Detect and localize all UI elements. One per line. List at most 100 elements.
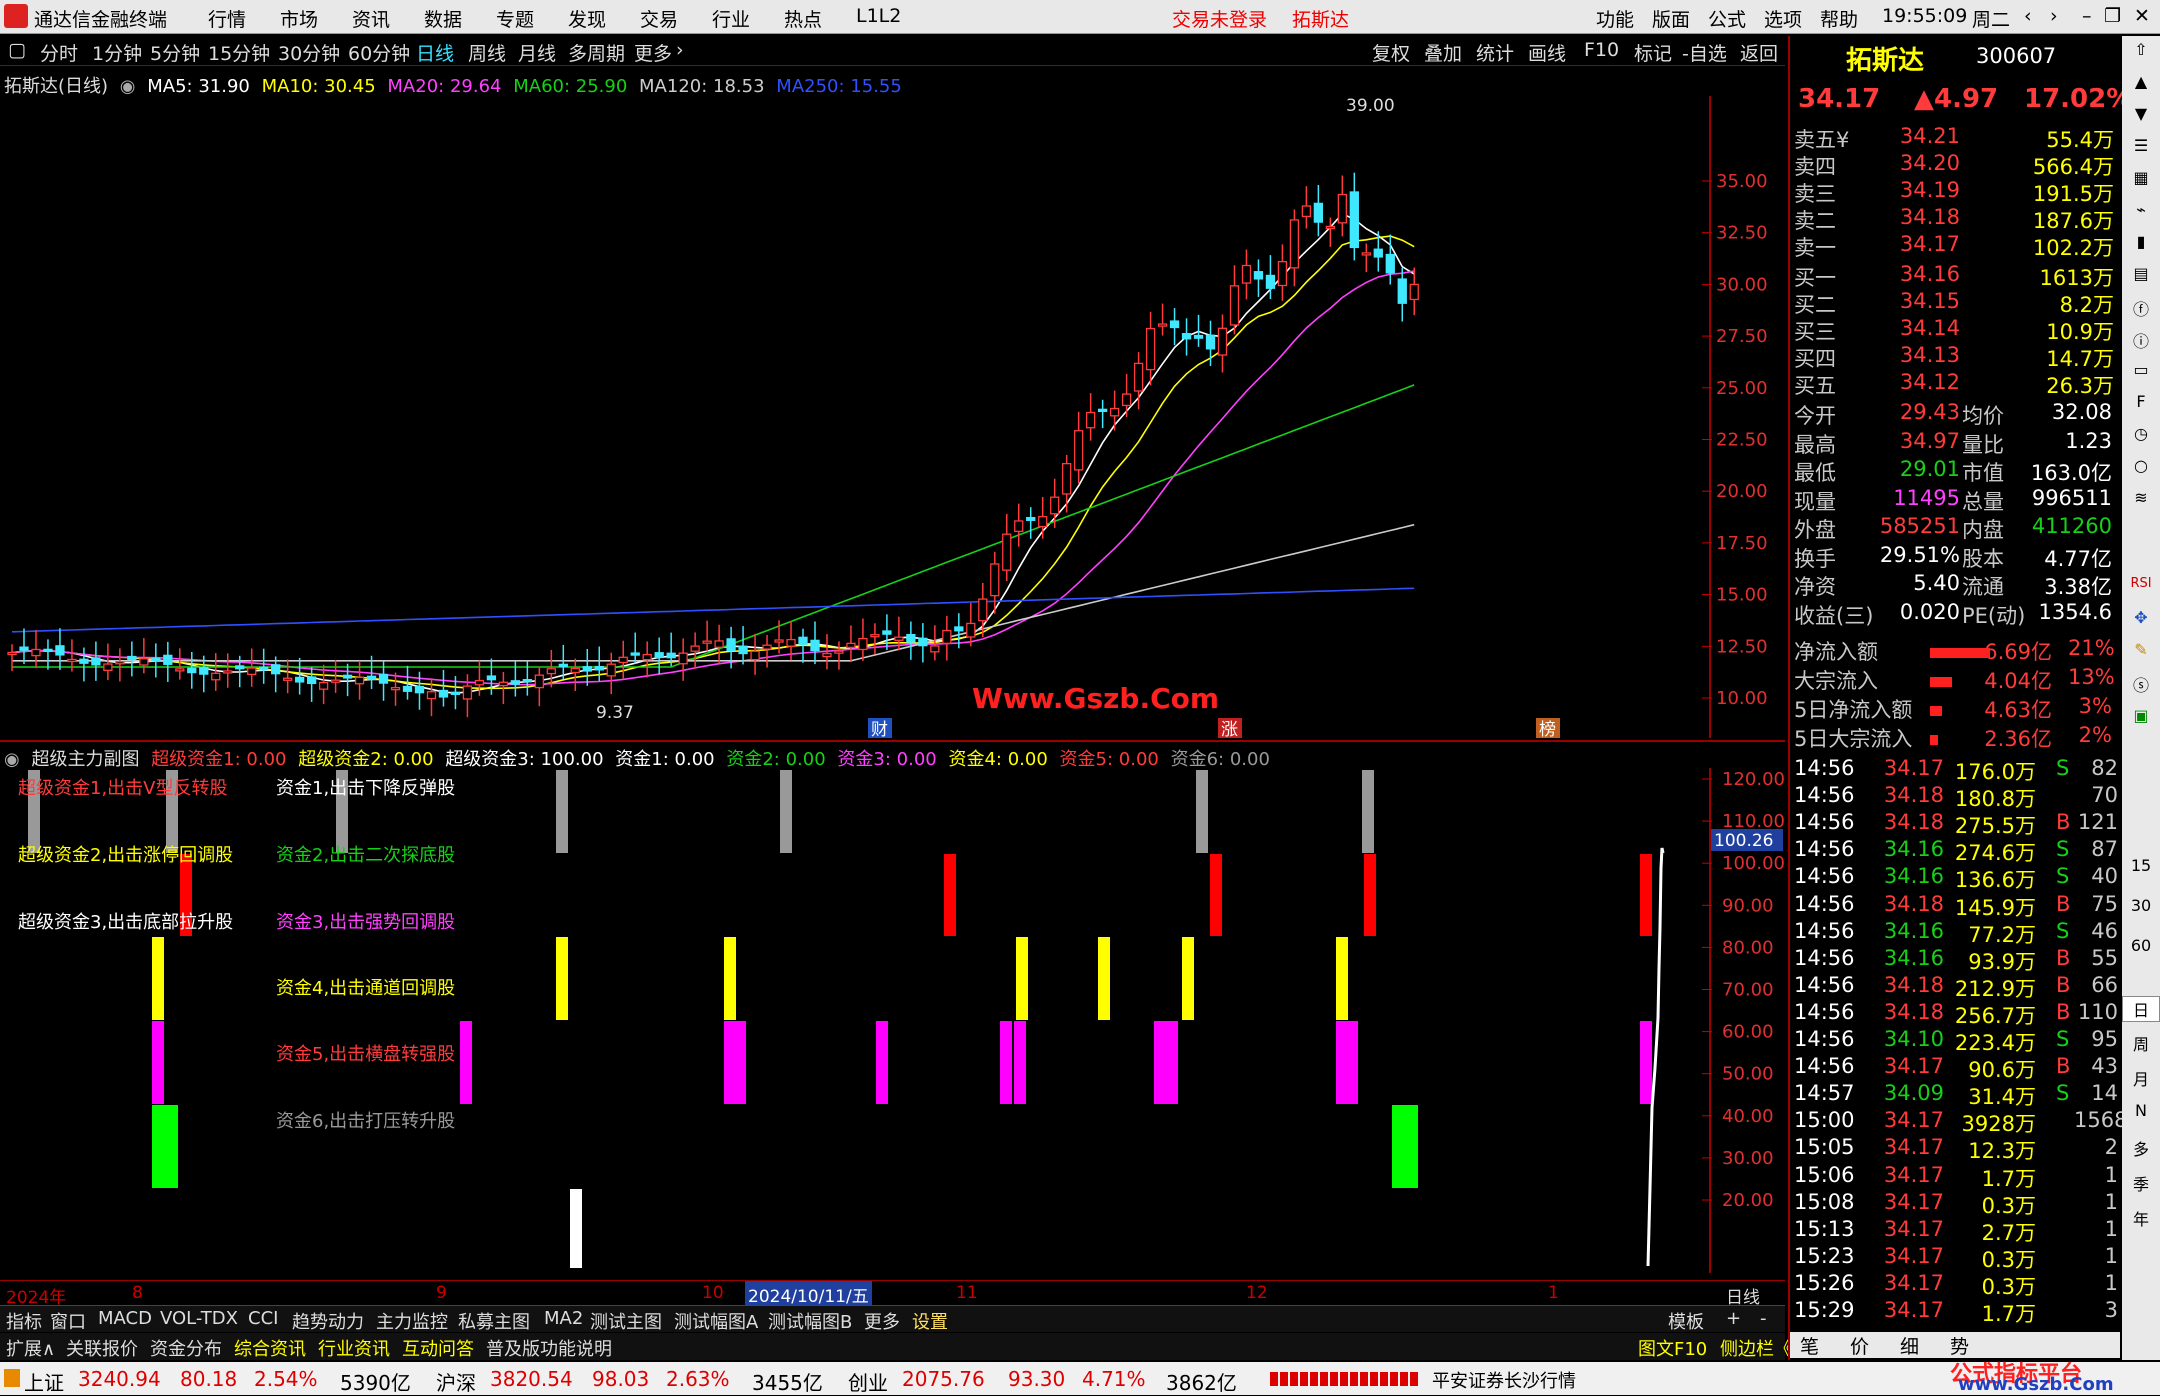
- btn-return[interactable]: 返回: [1740, 39, 1778, 66]
- menu-l1l2[interactable]: L1L2: [856, 5, 901, 27]
- close-icon[interactable]: ✕: [2134, 5, 2150, 27]
- tab-monitor[interactable]: 主力监控: [376, 1308, 448, 1334]
- menu-quote[interactable]: 行情: [208, 5, 246, 32]
- settings-icon[interactable]: ◉: [4, 749, 20, 770]
- restore-icon[interactable]: ❐: [2104, 5, 2121, 27]
- tab-settings[interactable]: 设置: [912, 1308, 948, 1334]
- menu-industry[interactable]: 行业: [712, 5, 750, 32]
- menu-layout[interactable]: 版面: [1652, 5, 1690, 32]
- marker-limit-up[interactable]: 涨: [1221, 720, 1238, 738]
- menu-data[interactable]: 数据: [424, 5, 462, 32]
- tab-industry-news[interactable]: 行业资讯: [318, 1335, 390, 1361]
- strip-grid-icon[interactable]: ▦: [2122, 168, 2160, 187]
- strip-n[interactable]: N: [2122, 1101, 2160, 1120]
- strip-chart-icon[interactable]: ≋: [2122, 488, 2160, 507]
- period-5min[interactable]: 5分钟: [150, 39, 200, 66]
- menu-topic[interactable]: 专题: [496, 5, 534, 32]
- strip-2[interactable]: 30: [2122, 896, 2160, 915]
- menu-trade[interactable]: 交易: [640, 5, 678, 32]
- strip-pen-icon[interactable]: ✎: [2122, 640, 2160, 659]
- period-tick[interactable]: 分时: [40, 39, 78, 66]
- strip-table-icon[interactable]: ▤: [2122, 264, 2160, 283]
- period-week[interactable]: 周线: [468, 39, 506, 66]
- period-1min[interactable]: 1分钟: [92, 39, 142, 66]
- strip-year[interactable]: 年: [2122, 1206, 2160, 1230]
- tab-test-main[interactable]: 测试主图: [590, 1308, 662, 1334]
- strip-1[interactable]: 15: [2122, 856, 2160, 875]
- back-icon[interactable]: ‹: [2024, 5, 2032, 27]
- strip-multi[interactable]: 多: [2122, 1136, 2160, 1160]
- marker-ranking[interactable]: 榜: [1539, 720, 1556, 738]
- period-multi[interactable]: 多周期: [568, 39, 625, 66]
- sh-icon[interactable]: [4, 1369, 20, 1387]
- tab-cci[interactable]: CCI: [248, 1308, 278, 1329]
- strip-3[interactable]: 60: [2122, 936, 2160, 955]
- strip-circle-icon[interactable]: ○: [2122, 456, 2160, 475]
- menu-function[interactable]: 功能: [1596, 5, 1634, 32]
- chevron-right-icon[interactable]: ›: [676, 39, 684, 61]
- strip-info-icon[interactable]: ⓘ: [2122, 328, 2160, 352]
- tab-sidebar[interactable]: 侧边栏《: [1720, 1335, 1792, 1361]
- strip-quarter[interactable]: 季: [2122, 1171, 2160, 1195]
- tab-news[interactable]: 综合资讯: [234, 1335, 306, 1361]
- menu-news[interactable]: 资讯: [352, 5, 390, 32]
- period-day[interactable]: 日线: [416, 39, 454, 66]
- strip-month[interactable]: 月: [2122, 1066, 2160, 1090]
- strip-doc-icon[interactable]: ▭: [2122, 360, 2160, 379]
- collapse-icon[interactable]: ▢: [8, 39, 26, 61]
- btn-draw[interactable]: 画线: [1528, 39, 1566, 66]
- hs-label[interactable]: 沪深: [436, 1367, 476, 1396]
- menu-help[interactable]: 帮助: [1820, 5, 1858, 32]
- strip-line-icon[interactable]: ⌁: [2122, 200, 2160, 219]
- indicator-chart[interactable]: 120.00 110.00 100.00 90.00 80.00 70.00 60.00 50…: [0, 768, 1785, 1273]
- menu-hot[interactable]: 热点: [784, 5, 822, 32]
- btn-mark[interactable]: 标记: [1634, 39, 1672, 66]
- strip-fs-icon[interactable]: ⓢ: [2122, 672, 2160, 696]
- tab-ma2[interactable]: MA2: [544, 1308, 583, 1329]
- tab-window[interactable]: 窗口: [50, 1308, 86, 1334]
- tab-price[interactable]: 价: [1850, 1332, 1869, 1359]
- btn-f10[interactable]: F10: [1584, 39, 1619, 61]
- tab-test-b[interactable]: 测试幅图B: [768, 1308, 852, 1334]
- strip-excel-icon[interactable]: ▣: [2122, 706, 2160, 725]
- login-alert[interactable]: 交易未登录: [1172, 5, 1267, 32]
- tab-f10[interactable]: 图文F10: [1638, 1335, 1707, 1361]
- strip-rsi-icon[interactable]: RSI: [2122, 576, 2160, 591]
- minimize-icon[interactable]: –: [2082, 5, 2092, 27]
- remove-icon[interactable]: -: [1760, 1308, 1767, 1329]
- strip-clock-icon[interactable]: ◷: [2122, 424, 2160, 443]
- period-30min[interactable]: 30分钟: [278, 39, 340, 66]
- tab-indicator[interactable]: 指标: [6, 1308, 42, 1334]
- add-icon[interactable]: +: [1726, 1308, 1741, 1329]
- tab-macd[interactable]: MACD: [98, 1308, 152, 1329]
- menu-market[interactable]: 市场: [280, 5, 318, 32]
- strip-bar-icon[interactable]: ▮: [2122, 232, 2160, 251]
- strip-day[interactable]: 日: [2122, 996, 2160, 1022]
- strip-down-icon[interactable]: ▼: [2122, 104, 2160, 123]
- forward-icon[interactable]: ›: [2050, 5, 2058, 27]
- candlestick-chart[interactable]: 35.00 32.50 30.00 27.50 25.00 22.50 20.00 17.50…: [0, 96, 1785, 738]
- tab-help[interactable]: 普及版功能说明: [486, 1335, 612, 1361]
- tab-detail[interactable]: 细: [1900, 1332, 1919, 1359]
- settings-icon[interactable]: ◉: [120, 76, 136, 97]
- menu-options[interactable]: 选项: [1764, 5, 1802, 32]
- period-60min[interactable]: 60分钟: [348, 39, 410, 66]
- btn-overlay[interactable]: 叠加: [1424, 39, 1462, 66]
- tab-private[interactable]: 私募主图: [458, 1308, 530, 1334]
- tab-more[interactable]: 更多: [864, 1308, 900, 1334]
- tab-bi[interactable]: 笔: [1800, 1332, 1819, 1359]
- btn-watchlist[interactable]: -自选: [1682, 39, 1727, 66]
- strip-fin-icon[interactable]: ⓕ: [2122, 296, 2160, 320]
- tab-trend-mini[interactable]: 势: [1950, 1332, 1969, 1359]
- cy-label[interactable]: 创业: [848, 1367, 888, 1396]
- menu-discover[interactable]: 发现: [568, 5, 606, 32]
- strip-list-icon[interactable]: ☰: [2122, 136, 2160, 155]
- tab-qa[interactable]: 互动问答: [402, 1335, 474, 1361]
- sh-label[interactable]: 上证: [24, 1367, 64, 1396]
- tab-trend[interactable]: 趋势动力: [292, 1308, 364, 1334]
- tab-expand[interactable]: 扩展∧: [6, 1335, 55, 1361]
- tab-fund-dist[interactable]: 资金分布: [150, 1335, 222, 1361]
- btn-stats[interactable]: 统计: [1476, 39, 1514, 66]
- strip-week[interactable]: 周: [2122, 1031, 2160, 1055]
- strip-up-icon[interactable]: ▲: [2122, 72, 2160, 91]
